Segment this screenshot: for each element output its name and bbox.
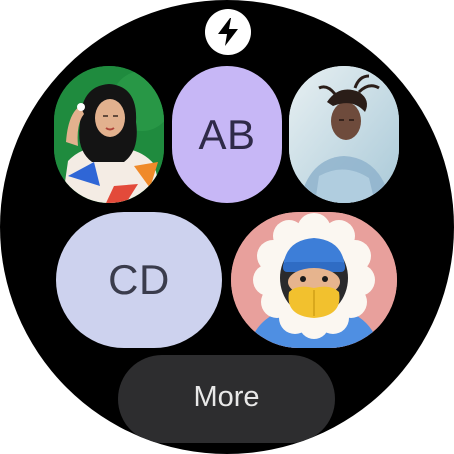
avatar-braided-woman-image bbox=[289, 66, 399, 203]
contact-avatar-3[interactable] bbox=[289, 66, 399, 203]
contact-avatar-5[interactable] bbox=[231, 212, 397, 348]
avatar-hijab-woman-image bbox=[54, 66, 164, 203]
more-button[interactable]: More bbox=[118, 355, 335, 443]
top-quick-action[interactable] bbox=[205, 9, 251, 55]
contact-ab[interactable]: AB bbox=[172, 66, 282, 203]
contact-cd-initials: CD bbox=[108, 256, 170, 303]
contact-ab-initials: AB bbox=[198, 110, 256, 158]
watch-face: AB CD More bbox=[0, 0, 454, 454]
avatar-hooded-character-image bbox=[231, 212, 397, 348]
contact-cd[interactable]: CD bbox=[56, 212, 222, 348]
bolt-icon bbox=[215, 17, 241, 47]
contact-avatar-1[interactable] bbox=[54, 66, 164, 203]
